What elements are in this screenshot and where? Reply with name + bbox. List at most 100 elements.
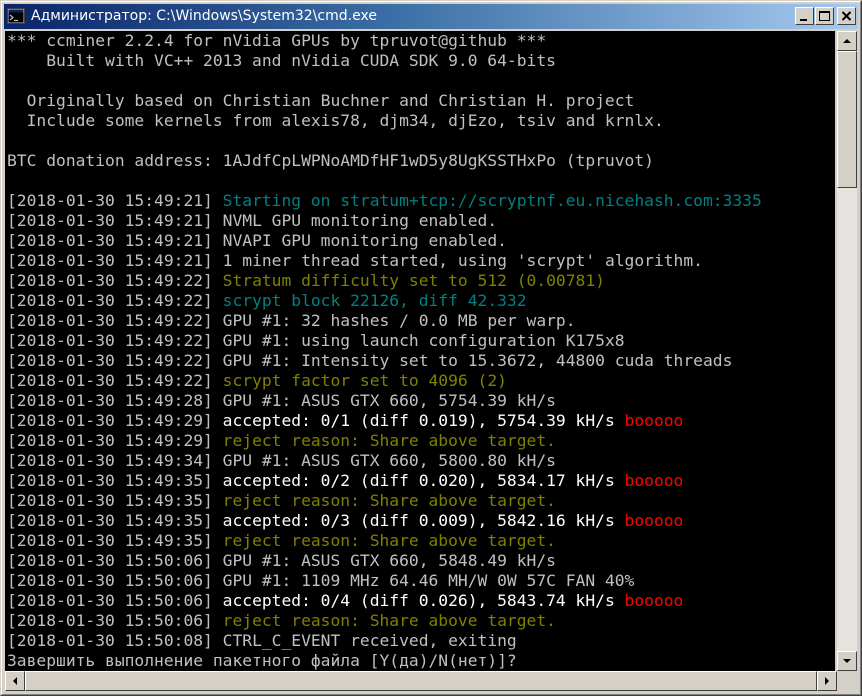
- window-title: Администратор: C:\Windows\System32\cmd.e…: [31, 8, 377, 24]
- log-timestamp: [2018-01-30 15:49:22]: [7, 371, 223, 390]
- console-text: booooo: [624, 411, 684, 430]
- log-timestamp: [2018-01-30 15:50:08]: [7, 631, 223, 650]
- console-line: [2018-01-30 15:49:21] 1 miner thread sta…: [7, 251, 703, 271]
- console-text: accepted: 0/1 (diff 0.019), 5754.39 kH/s: [222, 411, 625, 430]
- console-text: scrypt block 22126, diff 42.332: [222, 291, 527, 310]
- console-line: [2018-01-30 15:50:06] accepted: 0/4 (dif…: [7, 591, 683, 611]
- console-line: [2018-01-30 15:49:21] NVAPI GPU monitori…: [7, 231, 507, 251]
- minimize-button[interactable]: [795, 7, 814, 25]
- console-line: Include some kernels from alexis78, djm3…: [7, 111, 664, 131]
- console-text: CTRL_C_EVENT received, exiting: [222, 631, 517, 650]
- horizontal-scroll-thumb[interactable]: [25, 671, 817, 691]
- console-text: reject reason: Share above target.: [222, 531, 556, 550]
- log-timestamp: [2018-01-30 15:49:34]: [7, 451, 223, 470]
- vertical-scrollbar[interactable]: [837, 31, 857, 671]
- console-text: GPU #1: ASUS GTX 660, 5800.80 kH/s: [222, 451, 556, 470]
- log-timestamp: [2018-01-30 15:50:06]: [7, 611, 223, 630]
- console-line: [2018-01-30 15:49:29] accepted: 0/1 (dif…: [7, 411, 683, 431]
- console-text: Starting on stratum+tcp://scryptnf.eu.ni…: [222, 191, 762, 210]
- console-line: [2018-01-30 15:49:21] NVML GPU monitorin…: [7, 211, 497, 231]
- console-line: [2018-01-30 15:49:35] accepted: 0/2 (dif…: [7, 471, 683, 491]
- console-line: [2018-01-30 15:49:22] GPU #1: Intensity …: [7, 351, 732, 371]
- log-timestamp: [2018-01-30 15:49:22]: [7, 351, 223, 370]
- log-timestamp: [2018-01-30 15:49:28]: [7, 391, 223, 410]
- log-timestamp: [2018-01-30 15:49:22]: [7, 271, 223, 290]
- log-timestamp: [2018-01-30 15:49:22]: [7, 291, 223, 310]
- console-line: [2018-01-30 15:49:22] scrypt factor set …: [7, 371, 507, 391]
- console-line: *** ccminer 2.2.4 for nVidia GPUs by tpr…: [7, 31, 546, 51]
- console-line: [2018-01-30 15:49:35] reject reason: Sha…: [7, 491, 556, 511]
- console-text: GPU #1: ASUS GTX 660, 5848.49 kH/s: [222, 551, 556, 570]
- console-text: reject reason: Share above target.: [222, 491, 556, 510]
- log-timestamp: [2018-01-30 15:49:35]: [7, 531, 223, 550]
- console-output[interactable]: *** ccminer 2.2.4 for nVidia GPUs by tpr…: [5, 31, 835, 671]
- console-text: GPU #1: 1109 MHz 64.46 MH/W 0W 57C FAN 4…: [222, 571, 635, 590]
- console-line: [2018-01-30 15:49:29] reject reason: Sha…: [7, 431, 556, 451]
- cmd-window: Администратор: C:\Windows\System32\cmd.e…: [0, 0, 862, 696]
- console-line: Завершить выполнение пакетного файла [Y(…: [7, 651, 517, 671]
- maximize-button[interactable]: [815, 7, 834, 25]
- console-line: [2018-01-30 15:49:22] GPU #1: using laun…: [7, 331, 625, 351]
- console-text: Built with VC++ 2013 and nVidia CUDA SDK…: [7, 51, 556, 70]
- close-button[interactable]: [837, 7, 856, 25]
- console-text: booooo: [624, 471, 684, 490]
- console-line: [2018-01-30 15:50:06] GPU #1: ASUS GTX 6…: [7, 551, 556, 571]
- console-text: Originally based on Christian Buchner an…: [7, 91, 635, 110]
- log-timestamp: [2018-01-30 15:49:35]: [7, 491, 223, 510]
- log-timestamp: [2018-01-30 15:50:06]: [7, 571, 223, 590]
- console-text: accepted: 0/4 (diff 0.026), 5843.74 kH/s: [222, 591, 625, 610]
- console-line: [2018-01-30 15:49:34] GPU #1: ASUS GTX 6…: [7, 451, 556, 471]
- console-text: accepted: 0/2 (diff 0.020), 5834.17 kH/s: [222, 471, 625, 490]
- console-text: booooo: [624, 511, 684, 530]
- scroll-right-button[interactable]: [817, 671, 837, 691]
- log-timestamp: [2018-01-30 15:49:29]: [7, 431, 223, 450]
- log-timestamp: [2018-01-30 15:50:06]: [7, 551, 223, 570]
- scroll-up-button[interactable]: [837, 31, 857, 51]
- maximize-icon: [819, 11, 830, 21]
- console-text: accepted: 0/3 (diff 0.009), 5842.16 kH/s: [222, 511, 625, 530]
- console-line: [2018-01-30 15:49:35] reject reason: Sha…: [7, 531, 556, 551]
- log-timestamp: [2018-01-30 15:49:35]: [7, 511, 223, 530]
- horizontal-scrollbar[interactable]: [5, 671, 837, 691]
- scroll-up-arrow-icon: [843, 39, 851, 43]
- scroll-down-button[interactable]: [837, 651, 857, 671]
- console-line: Originally based on Christian Buchner an…: [7, 91, 635, 111]
- scroll-down-arrow-icon: [843, 659, 851, 663]
- log-timestamp: [2018-01-30 15:50:06]: [7, 591, 223, 610]
- console-text: Stratum difficulty set to 512 (0.00781): [222, 271, 605, 290]
- console-text: NVML GPU monitoring enabled.: [222, 211, 498, 230]
- console-line: [2018-01-30 15:49:28] GPU #1: ASUS GTX 6…: [7, 391, 556, 411]
- log-timestamp: [2018-01-30 15:49:35]: [7, 471, 223, 490]
- console-line: [2018-01-30 15:49:22] scrypt block 22126…: [7, 291, 527, 311]
- console-text: GPU #1: using launch configuration K175x…: [222, 331, 625, 350]
- console-text: reject reason: Share above target.: [222, 431, 556, 450]
- console-line: BTC donation address: 1AJdfCpLWPNoAMDfHF…: [7, 151, 654, 171]
- title-bar[interactable]: Администратор: C:\Windows\System32\cmd.e…: [4, 4, 858, 29]
- close-icon: [841, 11, 852, 21]
- console-text: 1 miner thread started, using 'scrypt' a…: [222, 251, 703, 270]
- console-line: Built with VC++ 2013 and nVidia CUDA SDK…: [7, 51, 556, 71]
- console-text: NVAPI GPU monitoring enabled.: [222, 231, 507, 250]
- log-timestamp: [2018-01-30 15:49:21]: [7, 251, 223, 270]
- console-text: reject reason: Share above target.: [222, 611, 556, 630]
- console-line: [2018-01-30 15:49:22] Stratum difficulty…: [7, 271, 605, 291]
- log-timestamp: [2018-01-30 15:49:22]: [7, 331, 223, 350]
- console-line: [2018-01-30 15:49:21] Starting on stratu…: [7, 191, 762, 211]
- log-timestamp: [2018-01-30 15:49:21]: [7, 231, 223, 250]
- console-text: GPU #1: ASUS GTX 660, 5754.39 kH/s: [222, 391, 556, 410]
- scrollbar-corner: [837, 671, 857, 691]
- console-line: [2018-01-30 15:50:06] reject reason: Sha…: [7, 611, 556, 631]
- log-timestamp: [2018-01-30 15:49:22]: [7, 311, 223, 330]
- scroll-left-button[interactable]: [5, 671, 25, 691]
- cmd-icon: [7, 8, 25, 24]
- console-text: *** ccminer 2.2.4 for nVidia GPUs by tpr…: [7, 31, 547, 50]
- console-text: BTC donation address: 1AJdfCpLWPNoAMDfHF…: [7, 151, 654, 170]
- console-text: Завершить выполнение пакетного файла [Y(…: [7, 651, 517, 670]
- vertical-scroll-thumb[interactable]: [837, 51, 857, 188]
- console-line: [2018-01-30 15:49:22] GPU #1: 32 hashes …: [7, 311, 576, 331]
- console-line: [2018-01-30 15:50:08] CTRL_C_EVENT recei…: [7, 631, 517, 651]
- minimize-icon: [800, 19, 807, 21]
- log-timestamp: [2018-01-30 15:49:21]: [7, 211, 223, 230]
- console-text: GPU #1: Intensity set to 15.3672, 44800 …: [222, 351, 733, 370]
- console-text: GPU #1: 32 hashes / 0.0 MB per warp.: [222, 311, 576, 330]
